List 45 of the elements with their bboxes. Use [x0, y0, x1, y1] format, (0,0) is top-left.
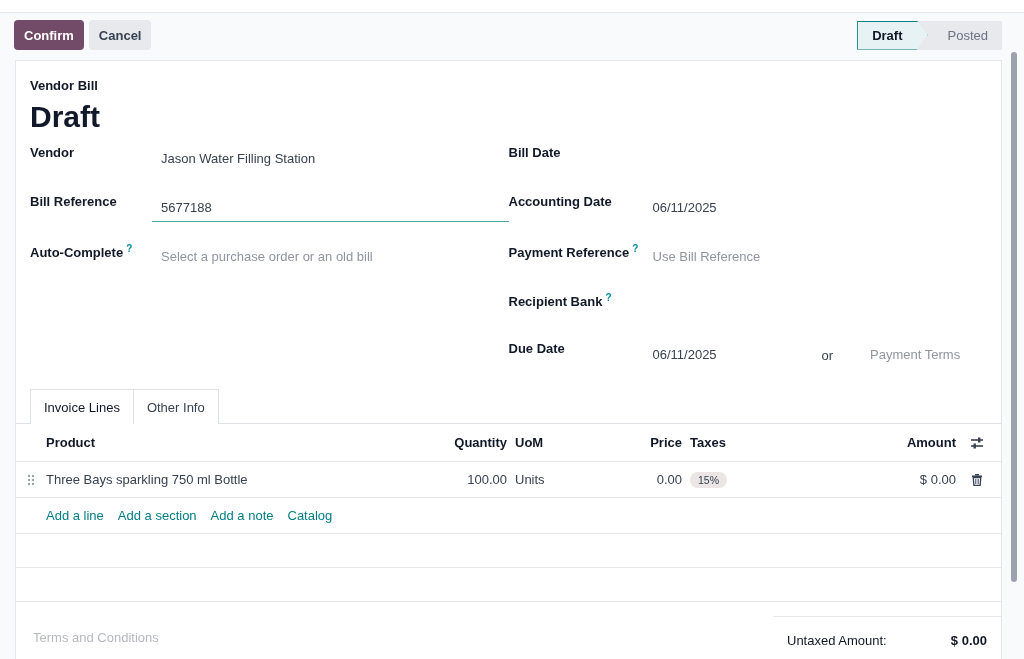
table-cell-text: Three Bays sparkling 750 ml Bottle	[46, 472, 249, 487]
field-label: Accounting Date	[508, 194, 612, 209]
status-stage[interactable]: Posted	[927, 20, 1002, 50]
field-label: Recipient Bank	[508, 294, 603, 310]
help-mark[interactable]: ?	[605, 292, 612, 303]
total-value: $ 0.00	[950, 633, 987, 648]
status-stage[interactable]: Draft	[857, 20, 928, 50]
field-label: Bill Date	[508, 145, 561, 160]
field-label: Due Date	[508, 341, 565, 356]
column-header[interactable]: Taxes	[682, 435, 902, 450]
tax-tag: 15%	[690, 472, 727, 488]
field-label: Vendor	[30, 145, 75, 160]
table-cell-text: $ 0.00	[918, 472, 956, 487]
column-header[interactable]: Amount	[902, 435, 956, 450]
confirm-button[interactable]: Confirm	[14, 20, 84, 50]
add-link[interactable]: Add a note	[210, 508, 274, 523]
column-settings-icon[interactable]	[970, 436, 984, 449]
table-cell-text: 100.00	[466, 472, 507, 487]
drag-handle-icon[interactable]	[27, 473, 35, 486]
input-field[interactable]: 06/11/2025	[643, 343, 794, 369]
add-link[interactable]: Add a line	[46, 508, 104, 523]
input-field[interactable]: Jason Water Filling Station	[152, 147, 509, 173]
table-cell-text: Units	[514, 472, 546, 487]
document-title: Draft	[30, 99, 101, 135]
input-field[interactable]: 06/11/2025	[643, 196, 987, 222]
total-label: Untaxed Amount:	[787, 633, 887, 648]
cancel-button[interactable]: Cancel	[88, 20, 152, 50]
table-cell-text: 0.00	[655, 472, 682, 487]
field-label: Payment Reference	[508, 245, 630, 261]
column-header[interactable]: Quantity	[426, 435, 507, 450]
tab[interactable]: Other Info	[132, 389, 219, 424]
input-field[interactable]: 5677188	[152, 196, 509, 222]
field-label: Bill Reference	[30, 194, 117, 209]
column-header[interactable]: Product	[46, 435, 426, 450]
add-link[interactable]: Catalog	[287, 508, 333, 523]
document-type: Vendor Bill	[30, 78, 99, 93]
tab[interactable]: Invoice Lines	[30, 389, 134, 424]
help-mark[interactable]: ?	[632, 243, 639, 254]
column-header[interactable]: Price	[642, 435, 682, 450]
add-link[interactable]: Add a section	[117, 508, 197, 523]
help-mark[interactable]: ?	[126, 243, 133, 254]
separator-text: or	[821, 348, 834, 363]
field-label: Auto-Complete	[30, 245, 124, 261]
column-header[interactable]: UoM	[507, 435, 642, 450]
trash-icon[interactable]	[972, 473, 982, 486]
